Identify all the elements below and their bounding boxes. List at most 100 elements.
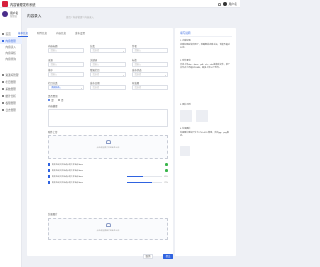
sidebar-item-label: 权限管理 (5, 101, 16, 105)
file-item[interactable]: 附件资料文件名称示例文件名称.docx (48, 168, 168, 173)
tab-attachments[interactable]: 附件信息 (37, 31, 47, 37)
sidebar-item-label: 首页 (5, 32, 11, 36)
selected-tag: 新闻动态 (50, 87, 61, 89)
field-placeholder: 请输入 (134, 64, 142, 66)
status-select[interactable]: 请选择 ▾ (132, 72, 168, 77)
check-circle-icon (165, 169, 168, 172)
file-icon (48, 169, 51, 172)
file-name: 附件资料文件名称示例文件名称.docx (51, 170, 83, 172)
cancel-button[interactable]: 取消 (143, 254, 153, 259)
chevron-down-icon: ▾ (122, 74, 124, 77)
field-placeholder: 请选择 (92, 50, 100, 52)
category-select[interactable]: 请选择 ▾ (90, 48, 126, 53)
keywords-input[interactable]: 请输入 (90, 62, 126, 67)
validity-date-picker[interactable]: 请选择 (132, 85, 168, 90)
grid-icon (2, 80, 4, 83)
example-image (180, 146, 190, 156)
breadcrumb: 首页 / 内容管理 / 内容录入 (66, 15, 94, 19)
upload-progress-text: 45% (164, 175, 168, 178)
tab-content[interactable]: 内容信息 (56, 31, 66, 37)
tab-publish[interactable]: 发布设置 (75, 31, 85, 37)
radio-yes[interactable]: 是 (48, 98, 54, 102)
tags-input[interactable]: 请输入 (132, 62, 168, 67)
check-circle-icon (165, 163, 168, 166)
sort-input[interactable]: 请输入 (48, 72, 84, 77)
upload-hint: 点击或拖拽图片到此处上传 (96, 230, 120, 232)
radio-unchecked-icon (57, 98, 61, 102)
top-right-actions: 用户名 (217, 1, 237, 7)
tab-basic-info[interactable]: 基本信息 (18, 31, 29, 37)
cover-upload-area[interactable]: 点击或拖拽图片到此处上传 (48, 218, 168, 240)
upload-hint: 点击或拖拽文件到此处上传 (96, 147, 120, 149)
file-item[interactable]: 附件资料文件名称示例文件名称.docx 45% (48, 174, 168, 179)
user-name[interactable]: 用户名 (229, 2, 237, 6)
sidebar-item-logs[interactable]: 日志管理 (0, 106, 22, 113)
field-placeholder: 请输入 (50, 64, 58, 66)
field-placeholder: 请输入 (134, 50, 142, 52)
summary-textarea[interactable] (48, 109, 168, 127)
column-category-select[interactable]: 新闻动态 ▾ (48, 85, 84, 90)
form-tabs: 基本信息 附件信息 内容信息 发布设置 (18, 31, 85, 37)
example-image (180, 110, 192, 122)
radio-label: 是 (51, 100, 54, 102)
file-icon (48, 175, 51, 178)
help-heading: 2. 附件要求 (180, 60, 191, 62)
field-label: 封面图片 (48, 213, 58, 216)
sidebar-item-system[interactable]: 系统管理 (0, 85, 22, 92)
sidebar-profile: 用户名 管理员 (2, 10, 20, 20)
app-root: 内容管理发布系统 用户名 用户名 管理员 首页 内容管理 内容录入 内容审核 内… (0, 0, 240, 267)
file-item[interactable]: 附件资料文件名称示例文件名称.docx 72% (48, 180, 168, 185)
field-placeholder: 请选择 (134, 74, 142, 76)
publish-date-picker[interactable]: 请选择 (90, 85, 126, 90)
example-image (196, 110, 208, 122)
sidebar-item-label: 内容查询 (5, 58, 16, 61)
upload-progress-text: 72% (164, 181, 168, 184)
field-placeholder: 请选择 (92, 87, 100, 89)
sidebar-item-label: 统计分析 (5, 94, 16, 98)
cloud-upload-icon (105, 140, 111, 144)
page-title: 内容录入 (27, 14, 42, 18)
sidebar-item-label: 内容录入 (5, 46, 16, 49)
help-heading: 4. 封面图片 (180, 128, 191, 130)
upload-progress-fill (127, 176, 143, 177)
avatar (2, 11, 8, 17)
document-icon (2, 108, 4, 111)
chart-icon (2, 94, 4, 97)
user-avatar[interactable] (222, 2, 227, 6)
field-placeholder: 请输入 (50, 50, 58, 52)
sidebar-item-label: 资源库管理 (5, 73, 19, 77)
sidebar-item-label: 内容管理 (5, 39, 16, 43)
author-input[interactable]: 请输入 (132, 48, 168, 53)
sidebar-item-label: 系统管理 (5, 87, 16, 91)
app-logo (2, 1, 8, 7)
attachment-upload-area[interactable]: 点击或拖拽文件到此处上传 (48, 135, 168, 159)
sidebar-item-content-query[interactable]: 内容查询 (0, 56, 22, 62)
file-name: 附件资料文件名称示例文件名称.docx (51, 164, 83, 166)
sidebar-item-permissions[interactable]: 权限管理 (0, 99, 22, 106)
radio-no[interactable]: 否 (57, 98, 63, 102)
sidebar-item-content[interactable]: 内容管理 (0, 37, 22, 44)
upload-progress-bar (127, 182, 163, 183)
field-placeholder: 请选择 (92, 74, 100, 76)
source-input[interactable]: 请输入 (48, 62, 84, 67)
radio-checked-icon (48, 98, 51, 102)
submit-button[interactable]: 提交 (163, 254, 173, 259)
sidebar-item-resources[interactable]: 资源库管理 (0, 71, 22, 78)
field-placeholder: 请输入 (50, 74, 58, 76)
sidebar-item-stats[interactable]: 统计分析 (0, 92, 22, 99)
profile-role: 管理员 (10, 15, 18, 18)
field-placeholder: 请选择 (134, 87, 142, 89)
bell-icon[interactable] (217, 2, 221, 6)
lock-icon (2, 101, 4, 104)
sidebar-item-columns[interactable]: 栏目管理 (0, 78, 22, 85)
file-icon (48, 163, 51, 166)
cloud-upload-icon (105, 223, 111, 227)
title-input[interactable]: 请输入 (48, 48, 84, 53)
sidebar: 用户名 管理员 首页 内容管理 内容录入 内容审核 内容查询 资源库管理 栏目管… (0, 8, 22, 267)
home-icon (2, 32, 4, 35)
file-item[interactable]: 附件资料文件名称示例文件名称.docx (48, 162, 168, 167)
file-name: 附件资料文件名称示例文件名称.docx (51, 176, 83, 178)
help-text: 内容标题应简洁明了，准确概括内容主旨，长度不超过50字。 (180, 44, 230, 50)
column-select[interactable]: 请选择 ▾ (90, 72, 126, 77)
divider (180, 36, 232, 37)
